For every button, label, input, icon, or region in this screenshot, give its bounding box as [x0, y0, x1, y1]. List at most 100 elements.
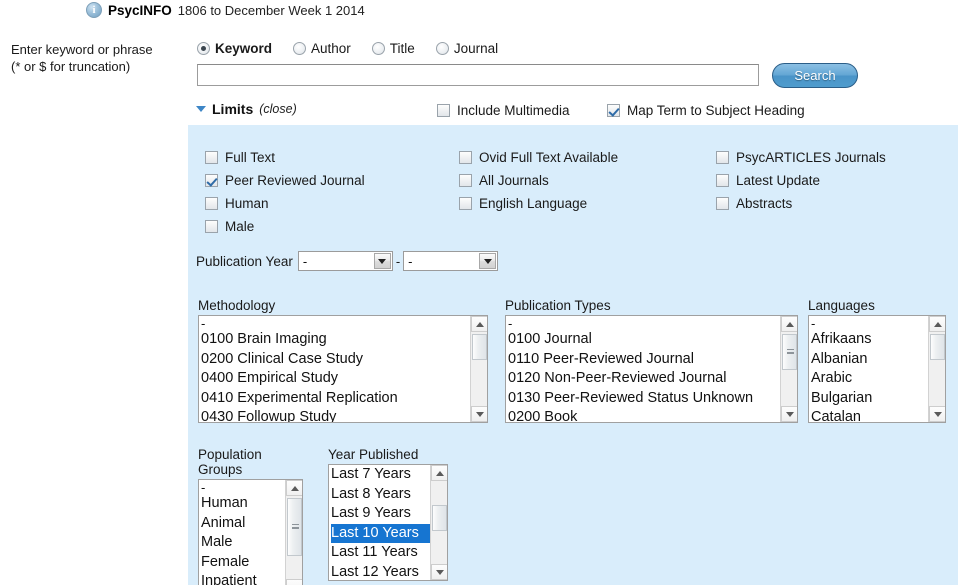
limit-male[interactable]: Male [205, 215, 365, 238]
list-item[interactable]: Inpatient [201, 572, 285, 585]
list-item[interactable]: Animal [201, 514, 285, 534]
list-item[interactable]: 0200 Book [508, 408, 780, 422]
chevron-down-icon[interactable] [373, 253, 391, 269]
list-item-selected[interactable]: Last 10 Years [331, 523, 430, 543]
list-item[interactable]: 0100 Journal [508, 330, 780, 350]
list-item[interactable]: Last 11 Years [331, 543, 430, 563]
scrollbar[interactable] [285, 480, 302, 585]
languages-listbox[interactable]: - Afrikaans Albanian Arabic Bulgarian Ca… [808, 315, 946, 423]
search-button[interactable]: Search [772, 63, 858, 88]
list-item[interactable]: - [201, 480, 285, 494]
include-multimedia-checkbox[interactable]: Include Multimedia [437, 103, 570, 118]
scrollbar-thumb[interactable] [782, 334, 797, 370]
list-item[interactable]: Female [201, 553, 285, 573]
checkbox-icon[interactable] [459, 197, 472, 210]
scrollbar-thumb[interactable] [432, 505, 447, 531]
publication-year-from-select[interactable]: - [297, 251, 393, 271]
search-input[interactable] [197, 64, 759, 86]
radio-author[interactable]: Author [293, 41, 351, 56]
map-term-checkbox[interactable]: Map Term to Subject Heading [607, 103, 805, 118]
list-item[interactable]: 0200 Clinical Case Study [201, 350, 470, 370]
checkbox-icon[interactable] [205, 197, 218, 210]
publication-year-to-select[interactable]: - [403, 251, 499, 271]
radio-keyword[interactable]: Keyword [197, 41, 272, 56]
checkbox-icon[interactable] [205, 220, 218, 233]
list-item[interactable]: 0100 Brain Imaging [201, 330, 470, 350]
limit-english-language[interactable]: English Language [459, 192, 618, 215]
radio-title[interactable]: Title [371, 41, 415, 56]
checkbox-icon[interactable] [459, 174, 472, 187]
list-item[interactable]: Male [201, 533, 285, 553]
scroll-up-icon[interactable] [781, 316, 797, 332]
list-item[interactable]: - [811, 316, 928, 330]
scroll-up-icon[interactable] [286, 480, 302, 496]
scrollbar[interactable] [430, 465, 447, 580]
limit-full-text[interactable]: Full Text [205, 146, 365, 169]
scroll-down-icon[interactable] [431, 564, 447, 580]
population-groups-listbox[interactable]: - Human Animal Male Female Inpatient [198, 479, 303, 585]
list-item[interactable]: Arabic [811, 369, 928, 389]
database-coverage: 1806 to December Week 1 2014 [177, 2, 365, 18]
limit-latest-update[interactable]: Latest Update [716, 169, 886, 192]
list-item[interactable]: 0120 Non-Peer-Reviewed Journal [508, 369, 780, 389]
database-name: PsycINFO [108, 2, 172, 18]
scrollbar[interactable] [470, 316, 487, 422]
scrollbar[interactable] [928, 316, 945, 422]
list-item[interactable]: Human [201, 494, 285, 514]
list-item[interactable]: Last 9 Years [331, 504, 430, 524]
limit-abstracts[interactable]: Abstracts [716, 192, 886, 215]
checkbox-icon[interactable] [205, 151, 218, 164]
scroll-down-icon[interactable] [781, 406, 797, 422]
list-item[interactable]: Albanian [811, 350, 928, 370]
limit-human[interactable]: Human [205, 192, 365, 215]
checkbox-icon[interactable] [607, 104, 620, 117]
checkbox-icon[interactable] [459, 151, 472, 164]
list-item[interactable]: Catalan [811, 408, 928, 422]
limits-close-link[interactable]: (close) [259, 102, 297, 116]
list-item[interactable]: 0130 Peer-Reviewed Status Unknown [508, 389, 780, 409]
methodology-listbox[interactable]: - 0100 Brain Imaging 0200 Clinical Case … [198, 315, 488, 423]
list-item[interactable]: 0110 Peer-Reviewed Journal [508, 350, 780, 370]
list-item[interactable]: Last 8 Years [331, 485, 430, 505]
limits-toggle[interactable]: Limits (close) [196, 101, 297, 117]
radio-journal[interactable]: Journal [435, 41, 498, 56]
triangle-down-icon[interactable] [196, 106, 206, 112]
list-item[interactable]: Last 7 Years [331, 465, 430, 485]
scrollbar-thumb[interactable] [287, 498, 302, 556]
chevron-down-icon[interactable] [479, 253, 497, 269]
scrollbar-thumb[interactable] [930, 334, 945, 360]
scroll-down-icon[interactable] [929, 406, 945, 422]
checkbox-icon[interactable] [716, 151, 729, 164]
radio-button-icon[interactable] [371, 42, 385, 55]
info-icon[interactable]: i [86, 2, 102, 18]
limit-ovid-full-text-available[interactable]: Ovid Full Text Available [459, 146, 618, 169]
scrollbar[interactable] [780, 316, 797, 422]
checkbox-icon[interactable] [716, 197, 729, 210]
year-published-listbox[interactable]: Last 7 Years Last 8 Years Last 9 Years L… [328, 464, 448, 581]
list-item[interactable]: 0400 Empirical Study [201, 369, 470, 389]
scroll-up-icon[interactable] [431, 465, 447, 481]
limit-label: Full Text [225, 150, 276, 165]
checkbox-icon[interactable] [205, 174, 218, 187]
radio-button-icon[interactable] [293, 42, 307, 55]
list-item[interactable]: - [508, 316, 780, 330]
checkbox-icon[interactable] [437, 104, 450, 117]
list-item[interactable]: 0410 Experimental Replication [201, 389, 470, 409]
publication-types-listbox[interactable]: - 0100 Journal 0110 Peer-Reviewed Journa… [505, 315, 798, 423]
scroll-down-icon[interactable] [286, 579, 302, 585]
list-item[interactable]: Last 12 Years [331, 563, 430, 581]
scroll-up-icon[interactable] [929, 316, 945, 332]
scroll-down-icon[interactable] [471, 406, 487, 422]
scroll-up-icon[interactable] [471, 316, 487, 332]
list-item[interactable]: Afrikaans [811, 330, 928, 350]
limit-psycarticles-journals[interactable]: PsycARTICLES Journals [716, 146, 886, 169]
limit-all-journals[interactable]: All Journals [459, 169, 618, 192]
list-item[interactable]: Bulgarian [811, 389, 928, 409]
list-item[interactable]: - [201, 316, 470, 330]
scrollbar-thumb[interactable] [472, 334, 487, 360]
checkbox-icon[interactable] [716, 174, 729, 187]
radio-button-icon[interactable] [435, 42, 449, 55]
limit-peer-reviewed-journal[interactable]: Peer Reviewed Journal [205, 169, 365, 192]
list-item[interactable]: 0430 Followup Study [201, 408, 470, 422]
radio-button-icon[interactable] [197, 42, 210, 55]
